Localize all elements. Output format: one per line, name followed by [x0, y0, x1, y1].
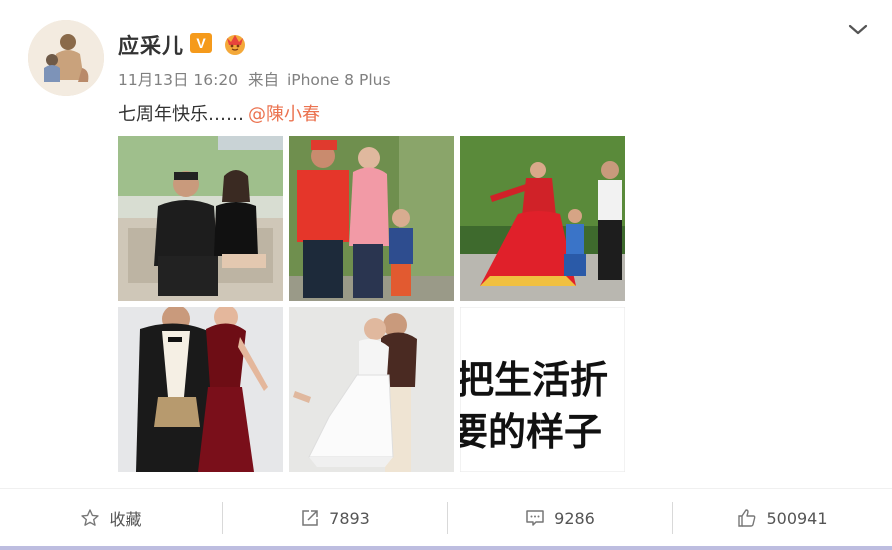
chevron-down-icon[interactable]: [846, 18, 870, 42]
calligraphy-line-2: 要的样子: [460, 409, 602, 454]
comment-button[interactable]: 9286: [448, 489, 672, 547]
photo-ethnic-dance[interactable]: [460, 136, 625, 301]
weibo-post-card: 应采儿 V 11月13日 16:20 来自 iPhone 8 Plus 七周年快…: [0, 0, 892, 550]
photo-calligraphy[interactable]: 把生活折 要的样子: [460, 307, 625, 472]
repost-icon: [302, 510, 318, 526]
favorite-label: 收藏: [109, 510, 142, 529]
post-source[interactable]: iPhone 8 Plus: [287, 71, 391, 89]
photo-family-sofa[interactable]: [118, 136, 283, 301]
member-crown-icon: [222, 30, 248, 56]
author-avatar[interactable]: [28, 20, 104, 96]
post-timestamp[interactable]: 11月13日 16:20: [118, 71, 238, 89]
thumbs-up-icon: [738, 509, 756, 527]
post-text: 七周年快乐…… @陳小春: [118, 100, 320, 126]
photo-formal-couple[interactable]: [118, 307, 283, 472]
photo-wedding-hug[interactable]: [289, 307, 454, 472]
calligraphy-line-1: 把生活折: [460, 357, 608, 402]
comment-icon: [526, 510, 544, 526]
photo-couple-kiss[interactable]: [289, 136, 454, 301]
post-body: 七周年快乐……: [118, 104, 244, 125]
bottom-border: [0, 546, 892, 550]
post-meta: 11月13日 16:20 来自 iPhone 8 Plus: [118, 68, 396, 90]
author-name[interactable]: 应采儿: [118, 30, 184, 60]
like-button[interactable]: 500941: [673, 489, 892, 547]
action-bar: 收藏 7893 9286 500941: [0, 488, 892, 546]
star-icon: [81, 509, 100, 526]
mention-link[interactable]: @陳小春: [248, 104, 320, 125]
source-prefix: 来自: [247, 71, 279, 89]
verified-v-icon: V: [190, 33, 212, 53]
repost-button[interactable]: 7893: [223, 489, 447, 547]
like-count: 500941: [766, 508, 828, 528]
favorite-button[interactable]: 收藏: [0, 489, 222, 547]
repost-count: 7893: [329, 508, 370, 528]
comment-count: 9286: [554, 508, 595, 528]
